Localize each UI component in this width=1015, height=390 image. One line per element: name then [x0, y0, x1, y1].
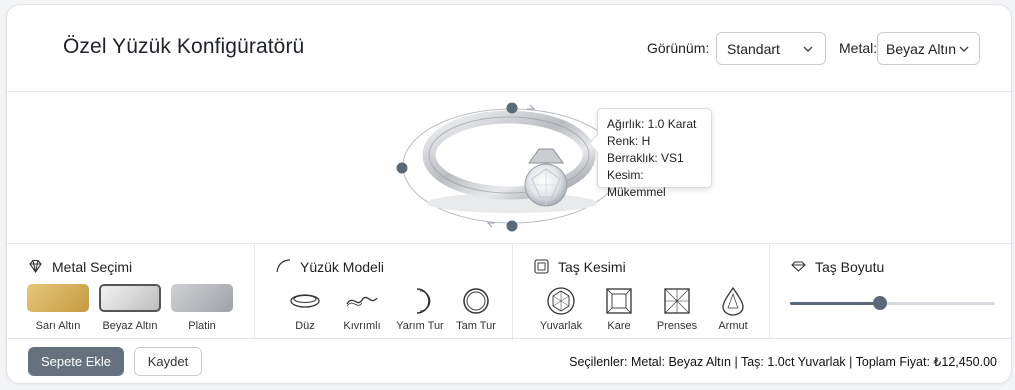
rotate-handle-left[interactable]: [396, 162, 408, 174]
pear-cut-icon[interactable]: [716, 286, 750, 316]
swatch-white-gold[interactable]: [99, 284, 161, 312]
cut-section: Taş Kesimi Yuvarlak Kare Prenses Armut: [512, 244, 769, 340]
chevron-down-icon: [959, 46, 969, 52]
header: Özel Yüzük Konfigüratörü Görünüm: Standa…: [7, 5, 1011, 92]
metal-select-value: Beyaz Altın: [886, 40, 957, 57]
rotate-handle-bottom[interactable]: [506, 220, 518, 232]
view-select-value: Standart: [727, 40, 780, 57]
cut-section-title: Taş Kesimi: [558, 258, 626, 275]
square-cut-icon[interactable]: [602, 286, 636, 316]
selection-summary: Seçilenler: Metal: Beyaz Altın | Taş: 1.…: [569, 355, 997, 369]
swatch-label-yellow-gold: Sarı Altın: [35, 320, 81, 332]
ring-image: [422, 110, 596, 207]
model-section-header: Yüzük Modeli: [275, 258, 384, 275]
footer: Sepete Ekle Kaydet Seçilenler: Metal: Be…: [7, 340, 1011, 383]
slider-fill: [790, 302, 881, 305]
round-cut-icon[interactable]: [544, 286, 578, 316]
cut-label-pear: Armut: [718, 320, 748, 332]
cut-section-header: Taş Kesimi: [533, 258, 626, 275]
ring-viewer[interactable]: [7, 93, 1012, 243]
tooltip-color: Renk: H: [607, 134, 651, 148]
chevron-down-icon: [803, 46, 813, 52]
diamond-icon: [29, 259, 42, 273]
model-section-title: Yüzük Modeli: [300, 258, 385, 275]
metal-section-header: Metal Seçimi: [27, 258, 132, 275]
ring-curve-icon: [276, 259, 291, 273]
save-button[interactable]: Kaydet: [134, 347, 202, 376]
view-select[interactable]: Standart: [716, 32, 826, 65]
twisted-band-icon[interactable]: [345, 286, 379, 316]
diamond-icon: [791, 261, 806, 272]
half-eternity-icon[interactable]: [403, 286, 437, 316]
add-to-cart-button[interactable]: Sepete Ekle: [28, 347, 124, 376]
size-section: Taş Boyutu: [769, 244, 1011, 340]
tooltip-weight: Ağırlık: 1.0 Karat: [607, 117, 697, 131]
swatch-label-white-gold: Beyaz Altın: [102, 320, 158, 332]
stone-size-slider[interactable]: [790, 296, 995, 310]
size-section-title: Taş Boyutu: [815, 258, 885, 275]
full-eternity-icon[interactable]: [459, 286, 493, 316]
tooltip-clarity: Berraklık: VS1: [607, 151, 684, 165]
square-gem-icon: [534, 259, 549, 274]
metal-label: Metal:: [839, 40, 878, 56]
princess-cut-icon[interactable]: [660, 286, 694, 316]
model-section: Yüzük Modeli Düz Kıvrımlı Yarım Tur Tam …: [254, 244, 512, 340]
swatch-yellow-gold[interactable]: [27, 284, 89, 312]
swatch-label-platinum: Platin: [188, 320, 216, 332]
metal-select[interactable]: Beyaz Altın: [877, 32, 980, 65]
ring-preview: Ağırlık: 1.0 Karat Renk: H Berraklık: VS…: [7, 93, 1011, 243]
page-title: Özel Yüzük Konfigüratörü: [63, 35, 305, 58]
metal-section-title: Metal Seçimi: [52, 258, 133, 275]
slider-thumb[interactable]: [873, 296, 888, 310]
rotate-handle-top[interactable]: [506, 102, 518, 114]
view-label: Görünüm:: [647, 40, 710, 56]
flat-band-icon[interactable]: [288, 286, 322, 316]
configurator-card: Özel Yüzük Konfigüratörü Görünüm: Standa…: [6, 4, 1012, 384]
stone-info-tooltip: Ağırlık: 1.0 Karat Renk: H Berraklık: VS…: [597, 108, 712, 199]
swatch-platinum[interactable]: [171, 284, 233, 312]
metal-section: Metal Seçimi Sarı Altın Beyaz Altın Plat…: [7, 244, 254, 340]
tooltip-cut: Kesim: Mükemmel: [607, 168, 666, 199]
size-section-header: Taş Boyutu: [790, 258, 884, 275]
options-panel: Metal Seçimi Sarı Altın Beyaz Altın Plat…: [7, 243, 1011, 340]
model-label-full: Tam Tur: [456, 320, 496, 332]
